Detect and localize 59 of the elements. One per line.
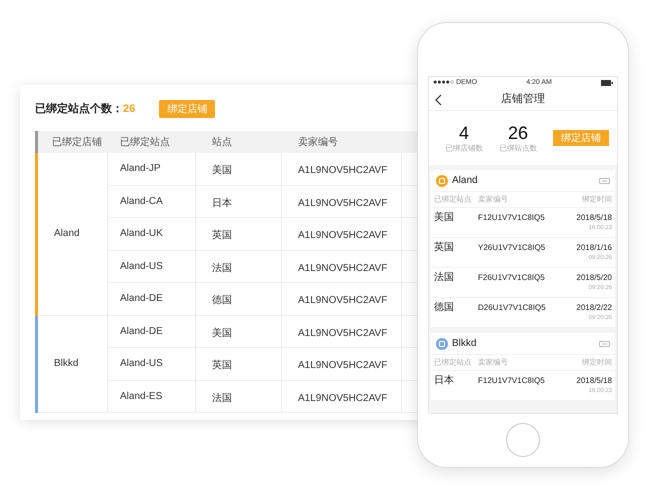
page-title: 店铺管理: [501, 92, 545, 108]
site-cell: Aland-ES: [120, 390, 162, 402]
country-text: 美国: [434, 212, 455, 225]
store-name-cell-text: Blkkd: [54, 357, 78, 372]
country-cell: 法国: [212, 392, 232, 404]
stat-value: 26: [508, 122, 528, 142]
seller-id-cell: A1L9NOV5HC2AVF: [298, 165, 388, 176]
seller-id-cell: A1L9NOV5HC2AVF: [298, 230, 388, 241]
site-cell: Aland-CA: [120, 196, 163, 206]
seller-id-cell: A1L9NOV5HC2AVF: [298, 198, 388, 208]
seller-id-text: F12U1V7V1C8IQ5: [478, 212, 545, 224]
link-icon[interactable]: [599, 340, 610, 346]
country-cell: 法国: [212, 262, 232, 274]
battery-icon: [601, 80, 613, 86]
site-cell: Aland-DE: [120, 326, 163, 336]
country-text: 德国: [434, 302, 455, 315]
home-button[interactable]: [506, 423, 540, 457]
site-cell: Aland-DE: [120, 293, 163, 304]
store-name: Aland: [452, 174, 478, 188]
bound-sites-label: 已绑定站点个数：: [35, 102, 123, 117]
bind-store-button[interactable]: 绑定店铺: [553, 130, 609, 146]
country-text: 日本: [434, 375, 455, 388]
site-cell: Aland-US: [120, 260, 163, 272]
back-icon[interactable]: [435, 94, 442, 106]
column-header: 卖家编号: [297, 136, 339, 150]
bind-date-text: 2018/5/18: [576, 212, 612, 224]
country-cell: 美国: [212, 165, 232, 176]
store-name: Blkkd: [452, 337, 476, 351]
seller-id-cell: A1L9NOV5HC2AVF: [298, 262, 388, 274]
column-header: 站点: [211, 136, 233, 150]
country-cell: 英国: [212, 360, 232, 371]
bind-date-text: 2018/5/18: [576, 375, 612, 387]
country-text: 英国: [434, 242, 455, 255]
country-cell: 英国: [212, 230, 232, 241]
seller-id-cell: A1L9NOV5HC2AVF: [298, 392, 388, 404]
seller-id-cell: A1L9NOV5HC2AVF: [298, 328, 388, 338]
seller-id-text: D26U1V7V1C8IQ5: [478, 302, 546, 314]
country-cell: 美国: [212, 328, 232, 338]
column-header: 已绑定站点: [119, 136, 171, 150]
bind-date-text: 2018/2/22: [576, 302, 612, 314]
site-cell: Aland-JP: [120, 163, 161, 174]
link-icon[interactable]: [599, 178, 610, 184]
country-text: 法国: [434, 272, 455, 285]
seller-id-cell: A1L9NOV5HC2AVF: [298, 360, 388, 371]
site-cell: Aland-US: [120, 358, 163, 369]
bind-store-button[interactable]: 绑定店铺: [159, 100, 216, 118]
seller-id-text: F26U1V7V1C8IQ5: [478, 272, 545, 284]
bound-sites-count: 26: [123, 102, 136, 117]
seller-id-text: F12U1V7V1C8IQ5: [478, 375, 545, 387]
bind-date-text: 2018/5/20: [576, 272, 612, 284]
seller-id-text: Y26U1V7V1C8IQ5: [478, 242, 546, 254]
country-cell: 日本: [212, 198, 232, 208]
seller-id-cell: A1L9NOV5HC2AVF: [298, 295, 388, 306]
column-header: 已绑定店铺: [51, 136, 103, 150]
stat-value: 4: [458, 122, 469, 142]
country-cell: 德国: [212, 295, 232, 306]
site-cell: Aland-UK: [120, 228, 163, 239]
store-name-cell-text: Aland: [54, 227, 80, 242]
bind-date-text: 2018/1/16: [576, 242, 612, 254]
